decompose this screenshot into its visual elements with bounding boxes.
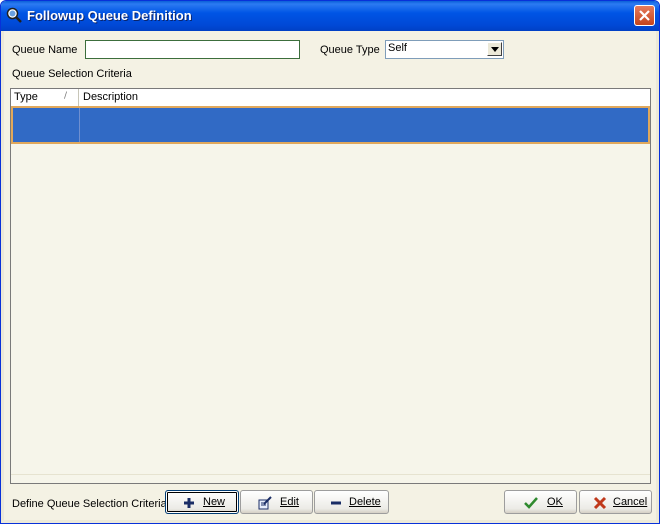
delete-button-label: Delete [349,496,381,508]
column-header-type[interactable]: Type [14,91,38,103]
close-icon [639,10,650,21]
dialog-window: Followup Queue Definition Queue Name Que… [0,0,660,524]
criteria-grid[interactable]: Type / Description [10,88,651,484]
column-header-description[interactable]: Description [83,91,138,103]
edit-button-label: Edit [280,496,299,508]
define-criteria-label: Define Queue Selection Criteria [12,498,167,510]
chevron-down-icon [491,47,499,52]
magnifier-app-icon [6,7,22,23]
checkmark-icon [524,497,538,509]
queue-type-label: Queue Type [320,44,380,56]
new-button-label: New [203,496,226,508]
queue-type-select[interactable]: Self [385,40,504,59]
queue-type-dropdown-button[interactable] [487,42,502,56]
cell-divider [79,108,80,142]
edit-icon [258,496,272,510]
title-bar[interactable]: Followup Queue Definition [1,1,659,31]
criteria-label: Queue Selection Criteria [12,68,132,80]
window-title: Followup Queue Definition [27,8,192,23]
minus-icon [331,501,341,505]
dialog-content: Queue Name Queue Type Self Queue Selecti… [4,31,656,520]
cancel-button-label: Cancel [613,496,648,508]
delete-button[interactable]: Delete [314,490,389,514]
close-button[interactable] [634,5,655,26]
table-row[interactable] [11,106,650,144]
ok-button[interactable]: OK [504,490,577,514]
sort-indicator-icon: / [64,91,68,101]
new-button[interactable]: New [165,490,239,514]
grid-divider [11,474,650,475]
column-divider[interactable] [78,89,79,106]
queue-type-value: Self [388,42,407,54]
cancel-button[interactable]: Cancel [579,490,652,514]
cancel-x-icon [593,496,607,510]
grid-header: Type / Description [11,89,650,107]
queue-name-label: Queue Name [12,44,78,56]
plus-icon [184,498,194,508]
queue-name-input[interactable] [85,40,300,59]
edit-button[interactable]: Edit [240,490,313,514]
ok-button-label: OK [547,496,563,508]
